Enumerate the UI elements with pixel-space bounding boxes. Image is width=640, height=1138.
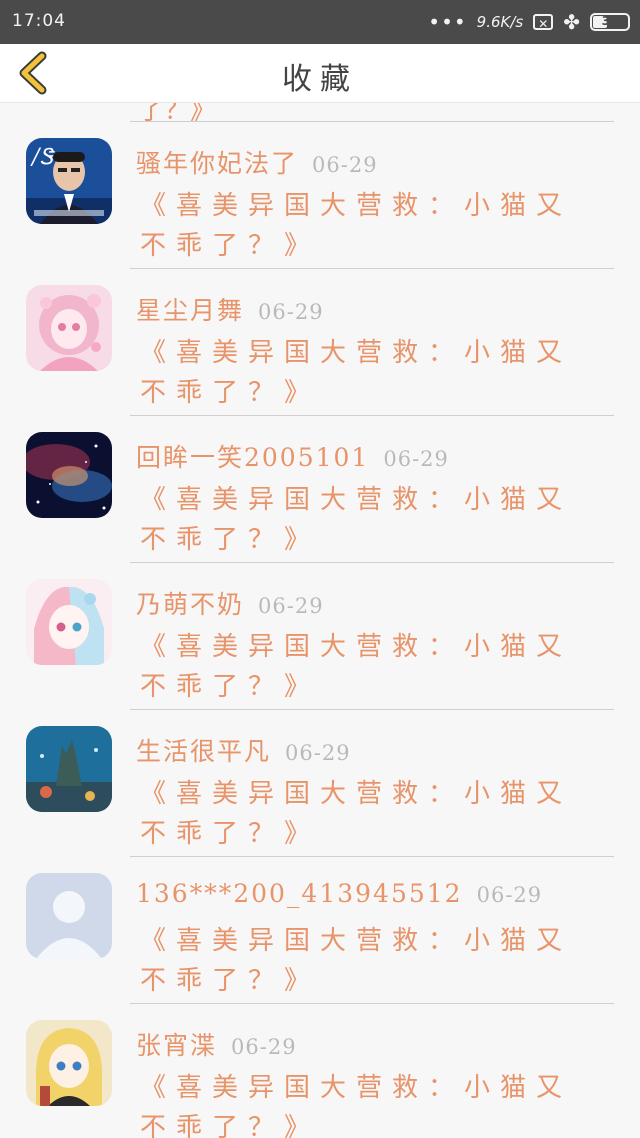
item-date: 06-29 (231, 1035, 297, 1059)
avatar[interactable] (26, 285, 112, 371)
user-name[interactable]: 骚年你妃法了 (136, 149, 298, 178)
item-date: 06-29 (285, 741, 351, 765)
network-speed: 9.6K/s (476, 13, 524, 31)
item-date: 06-29 (312, 153, 378, 177)
favorite-title[interactable]: 《喜美异国大营救：小猫又不乖了？》 (140, 627, 600, 707)
more-dots-icon: ••• (428, 10, 467, 34)
user-name[interactable]: 乃萌不奶 (136, 590, 244, 619)
avatar[interactable] (26, 873, 112, 959)
item-header: 张宵渫 06-29 (136, 1026, 297, 1062)
favorite-title[interactable]: 《喜美异国大营救：小猫又不乖了？》 (140, 186, 600, 266)
user-name[interactable]: 张宵渫 (136, 1031, 217, 1060)
page-title: 收藏 (282, 62, 358, 97)
item-header: 生活很平凡 06-29 (136, 732, 351, 768)
item-header: 回眸一笑2005101 06-29 (136, 438, 449, 474)
favorite-title[interactable]: 《喜美异国大营救：小猫又不乖了？》 (140, 774, 600, 854)
status-icons: ••• 9.6K/s ✕ ✤ 38 (428, 8, 630, 36)
user-name[interactable]: 回眸一笑2005101 (136, 443, 369, 472)
list-item[interactable]: 生活很平凡 06-29 《喜美异国大营救：小猫又不乖了？》 (0, 710, 640, 857)
status-time: 17:04 (12, 11, 66, 31)
item-header: 骚年你妃法了 06-29 (136, 144, 378, 180)
battery-icon: 38 (590, 13, 630, 31)
user-name[interactable]: 136***200_413945512 (136, 879, 463, 908)
favorite-title[interactable]: 《喜美异国大营救：小猫又不乖了？》 (140, 921, 600, 1001)
item-header: 136***200_413945512 06-29 (136, 879, 542, 908)
battery-level: 38 (601, 14, 619, 28)
avatar[interactable]: /Ꮥ (26, 138, 112, 224)
list-item[interactable]: 回眸一笑2005101 06-29 《喜美异国大营救：小猫又不乖了？》 (0, 416, 640, 563)
avatar[interactable] (26, 579, 112, 665)
list-item[interactable]: 乃萌不奶 06-29 《喜美异国大营救：小猫又不乖了？》 (0, 563, 640, 710)
avatar[interactable] (26, 726, 112, 812)
avatar[interactable] (26, 1020, 112, 1106)
item-date: 06-29 (476, 883, 543, 907)
user-name[interactable]: 生活很平凡 (136, 737, 271, 766)
user-name[interactable]: 星尘月舞 (136, 296, 244, 325)
notification-box-icon: ✕ (533, 14, 554, 31)
item-date: 06-29 (258, 594, 324, 618)
clover-icon: ✤ (563, 10, 580, 34)
item-header: 乃萌不奶 06-29 (136, 585, 324, 621)
list-item[interactable]: /Ꮥ 骚年你妃法了 06-29 《喜美异国大营救：小猫又不乖了？》 (0, 122, 640, 269)
favorite-title[interactable]: 《喜美异国大营救：小猫又不乖了？》 (140, 480, 600, 560)
favorites-list[interactable]: 了？》 /Ꮥ 骚年你妃法了 06-29 《喜美异国大营救：小猫又不乖了？》 星尘… (0, 102, 640, 1138)
item-date: 06-29 (383, 447, 449, 471)
item-date: 06-29 (258, 300, 324, 324)
svg-text:/Ꮥ: /Ꮥ (30, 145, 55, 170)
favorite-title[interactable]: 《喜美异国大营救：小猫又不乖了？》 (140, 1068, 600, 1138)
item-header: 星尘月舞 06-29 (136, 291, 324, 327)
status-bar: 17:04 ••• 9.6K/s ✕ ✤ 38 (0, 0, 640, 44)
avatar[interactable] (26, 432, 112, 518)
list-item[interactable]: 136***200_413945512 06-29 《喜美异国大营救：小猫又不乖了… (0, 857, 640, 1004)
list-item[interactable]: 张宵渫 06-29 《喜美异国大营救：小猫又不乖了？》 (0, 1004, 640, 1138)
list-item[interactable]: 星尘月舞 06-29 《喜美异国大营救：小猫又不乖了？》 (0, 269, 640, 416)
nav-bar: 收藏 (0, 44, 640, 103)
favorite-title[interactable]: 《喜美异国大营救：小猫又不乖了？》 (140, 333, 600, 413)
